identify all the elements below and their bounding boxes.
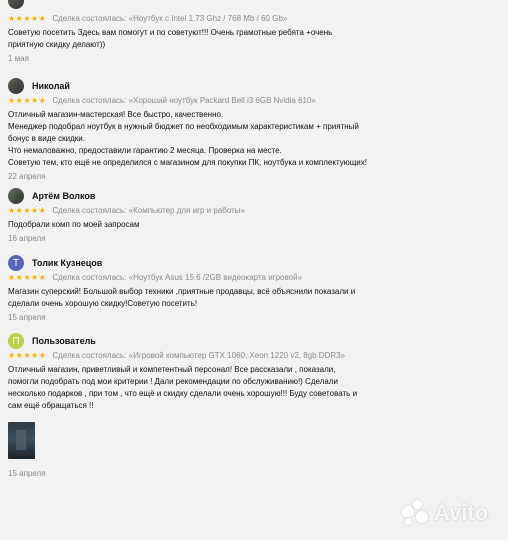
avito-text: Avito xyxy=(434,500,489,525)
review-line: Советую посетить Здесь вам помогут и по … xyxy=(8,28,333,37)
review-header: Николай xyxy=(8,78,500,94)
review-line: помогли подобрать под мои критерии ! Дал… xyxy=(8,377,338,386)
review-line: Отличный магазин, приветливый и компетен… xyxy=(8,365,336,374)
avito-watermark: Avito xyxy=(402,500,488,526)
review-line: Отличный магазин-мастерская! Все быстро,… xyxy=(8,110,224,119)
deal-text[interactable]: Сделка состоялась: «Игровой компьютер GT… xyxy=(52,351,345,360)
review-item: ★★★★★ Сделка состоялась: «Ноутбук с Inte… xyxy=(8,0,500,63)
review-item: Артём Волков ★★★★★ Сделка состоялась: «К… xyxy=(8,188,500,243)
review-text: Магазин суперский! Большой выбор техники… xyxy=(8,286,500,310)
review-line: Магазин суперский! Большой выбор техники… xyxy=(8,287,356,296)
review-date: 16 апреля xyxy=(8,234,46,243)
review-header: П Пользователь xyxy=(8,333,500,349)
review-line: бонус в виде скидки. xyxy=(8,134,85,143)
review-header: Т Толик Кузнецов xyxy=(8,255,500,271)
rating-stars: ★★★★★ xyxy=(8,14,47,23)
review-date: 1 мая xyxy=(8,54,29,63)
reviewer-name[interactable]: Николай xyxy=(32,81,70,91)
review-header xyxy=(8,0,500,12)
reviewer-name[interactable]: Толик Кузнецов xyxy=(32,258,102,268)
deal-text[interactable]: Сделка состоялась: «Ноутбук Asus 15.6 /2… xyxy=(52,273,302,282)
review-header: Артём Волков xyxy=(8,188,500,204)
rating-stars: ★★★★★ xyxy=(8,351,47,360)
deal-text[interactable]: Сделка состоялась: «Компьютер для игр и … xyxy=(52,206,245,215)
review-date: 15 апреля xyxy=(8,313,46,322)
deal-text[interactable]: Сделка состоялась: «Ноутбук с Intel 1.73… xyxy=(52,14,287,23)
reviewer-name[interactable]: Артём Волков xyxy=(32,191,95,201)
avatar[interactable] xyxy=(8,188,24,204)
review-photo-thumbnail[interactable] xyxy=(8,422,35,459)
review-line: Подобрали комп по моей запросам xyxy=(8,220,140,229)
avito-logo-icon xyxy=(402,500,430,526)
review-line: несколько подарков , при том , что ещё и… xyxy=(8,389,358,398)
review-text: Подобрали комп по моей запросам xyxy=(8,219,500,231)
review-line: Советую тем, кто ещё не определился с ма… xyxy=(8,158,367,167)
review-item: Николай ★★★★★ Сделка состоялась: «Хороши… xyxy=(8,78,500,181)
avatar[interactable] xyxy=(8,78,24,94)
review-text: Отличный магазин, приветливый и компетен… xyxy=(8,364,500,412)
review-text: Отличный магазин-мастерская! Все быстро,… xyxy=(8,109,500,169)
review-date: 22 апреля xyxy=(8,172,46,181)
deal-info: ★★★★★ Сделка состоялась: «Ноутбук с Inte… xyxy=(8,12,500,25)
avatar[interactable]: П xyxy=(8,333,24,349)
rating-stars: ★★★★★ xyxy=(8,273,47,282)
deal-info: ★★★★★ Сделка состоялась: «Хороший ноутбу… xyxy=(8,94,500,107)
rating-stars: ★★★★★ xyxy=(8,96,47,105)
avatar[interactable] xyxy=(8,0,24,9)
deal-info: ★★★★★ Сделка состоялась: «Ноутбук Asus 1… xyxy=(8,271,500,284)
review-line: сам ещё обращаться !! xyxy=(8,401,94,410)
deal-info: ★★★★★ Сделка состоялась: «Компьютер для … xyxy=(8,204,500,217)
review-line: сделали очень хорошую скидку!Советую пос… xyxy=(8,299,198,308)
review-line: приятную скидку делают)) xyxy=(8,40,106,49)
review-item: П Пользователь ★★★★★ Сделка состоялась: … xyxy=(8,333,500,478)
review-line: Менеджер подобрал ноутбук в нужный бюдже… xyxy=(8,122,359,131)
review-date: 15 апреля xyxy=(8,469,46,478)
rating-stars: ★★★★★ xyxy=(8,206,47,215)
review-line: Что немаловажно, предоставили гарантию 2… xyxy=(8,146,282,155)
deal-text[interactable]: Сделка состоялась: «Хороший ноутбук Pack… xyxy=(52,96,316,105)
review-item: Т Толик Кузнецов ★★★★★ Сделка состоялась… xyxy=(8,255,500,322)
deal-info: ★★★★★ Сделка состоялась: «Игровой компью… xyxy=(8,349,500,362)
reviewer-name[interactable]: Пользователь xyxy=(32,336,96,346)
avatar[interactable]: Т xyxy=(8,255,24,271)
review-text: Советую посетить Здесь вам помогут и по … xyxy=(8,27,500,51)
